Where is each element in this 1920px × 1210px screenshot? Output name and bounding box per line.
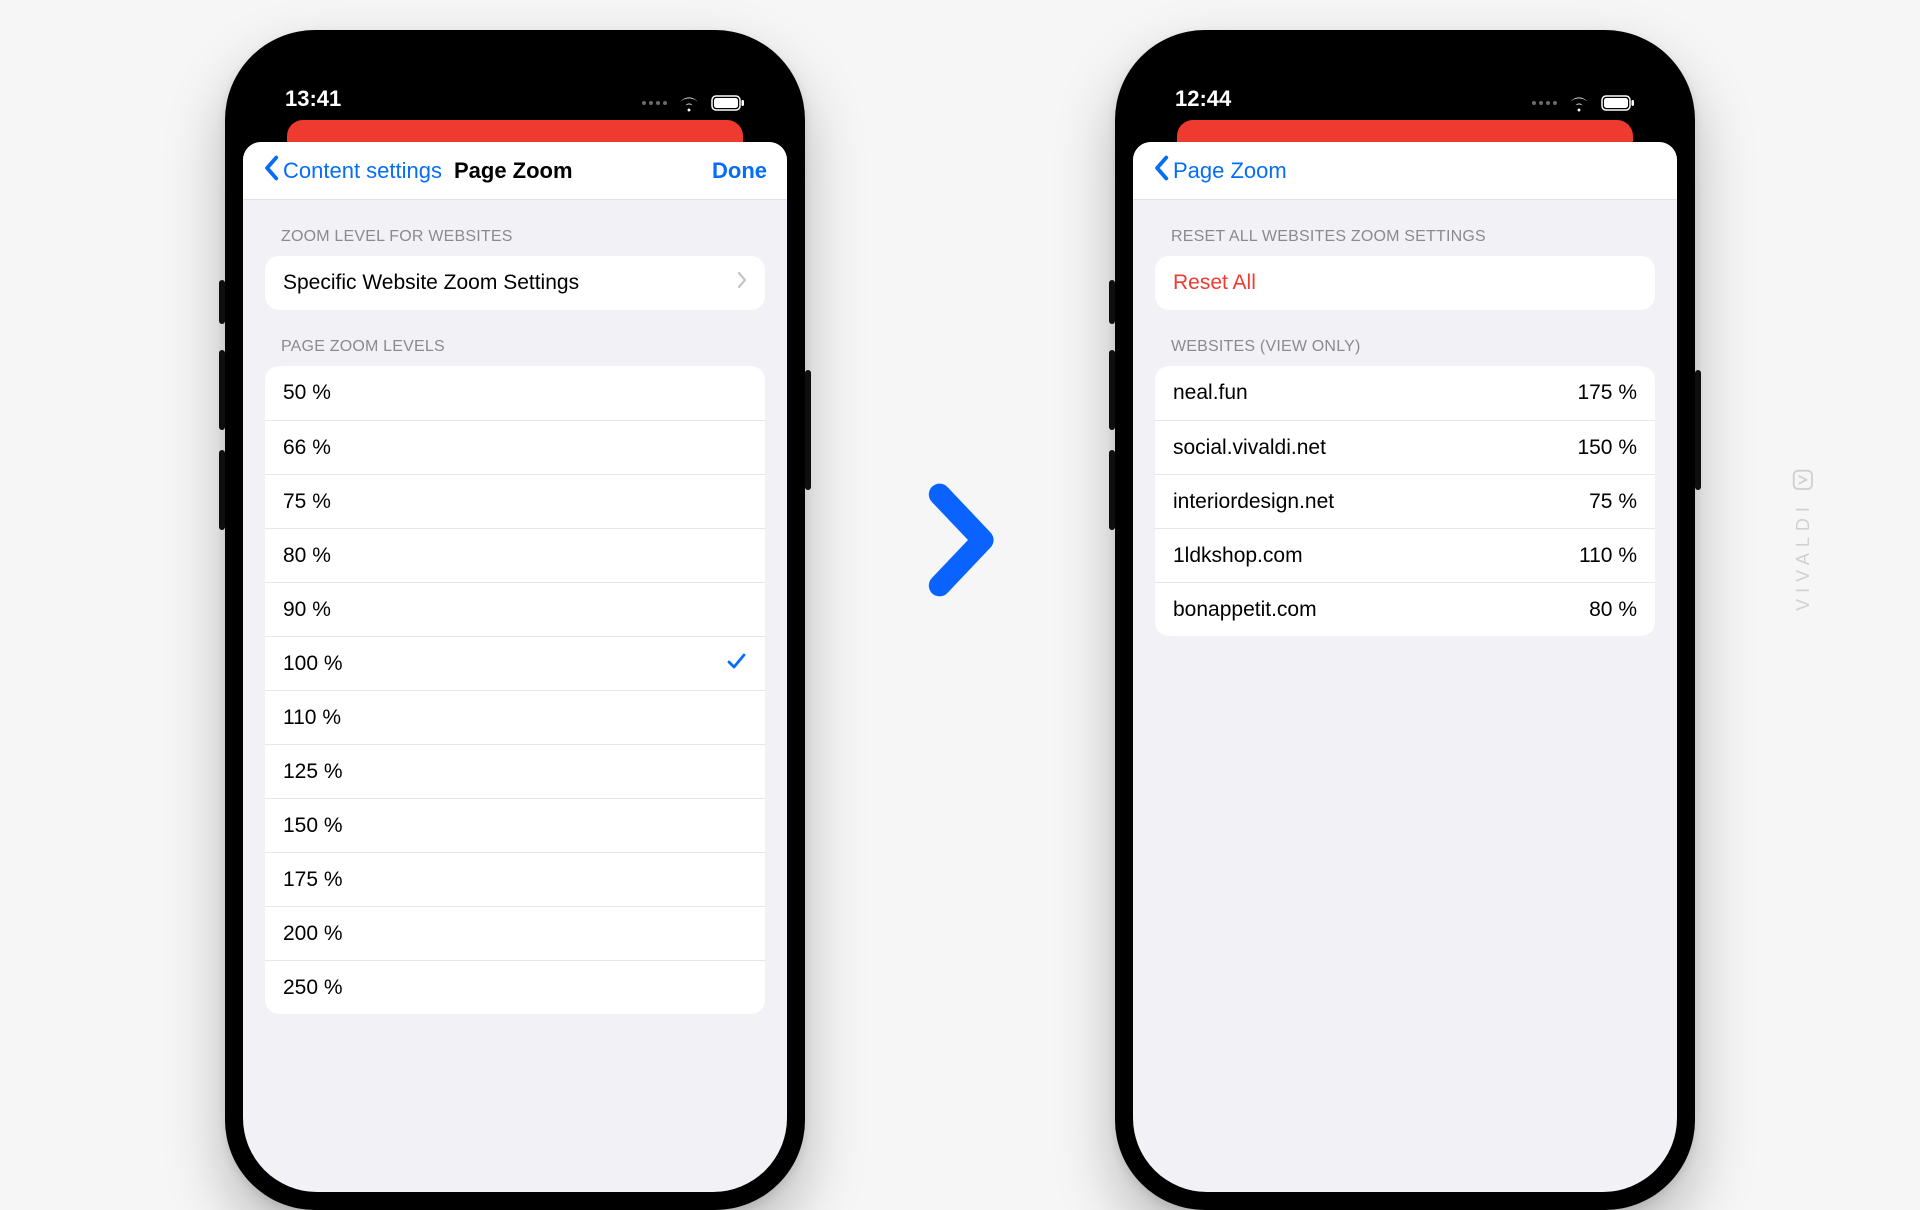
checkmark-icon [725, 650, 747, 678]
zoom-level-label: 110 % [283, 706, 341, 730]
navigation-arrow-icon [915, 480, 1005, 600]
website-domain: interiordesign.net [1173, 490, 1334, 514]
group-zoom-for-websites: Specific Website Zoom Settings [265, 256, 765, 310]
battery-icon [711, 95, 745, 111]
group-reset: Reset All [1155, 256, 1655, 310]
zoom-level-row[interactable]: 125 % [265, 744, 765, 798]
zoom-level-row[interactable]: 75 % [265, 474, 765, 528]
website-zoom-value: 175 % [1577, 381, 1637, 405]
phone-left: 13:41 [225, 30, 805, 1210]
zoom-level-row[interactable]: 175 % [265, 852, 765, 906]
website-zoom-value: 80 % [1589, 598, 1637, 622]
website-zoom-value: 75 % [1589, 490, 1637, 514]
website-zoom-value: 110 % [1579, 544, 1637, 568]
back-button[interactable]: Content settings [263, 155, 442, 187]
notch [415, 48, 615, 86]
power-button[interactable] [1695, 370, 1701, 490]
website-zoom-row: interiordesign.net 75 % [1155, 474, 1655, 528]
reset-all-label: Reset All [1173, 271, 1256, 295]
brand-logo-icon [1792, 469, 1814, 491]
navbar: Page Zoom [1133, 142, 1677, 200]
status-time: 13:41 [285, 86, 341, 112]
zoom-level-row[interactable]: 150 % [265, 798, 765, 852]
navbar: Content settings Page Zoom Done [243, 142, 787, 200]
zoom-level-label: 50 % [283, 381, 331, 405]
website-zoom-row: social.vivaldi.net 150 % [1155, 420, 1655, 474]
back-button[interactable]: Page Zoom [1153, 155, 1287, 187]
website-zoom-row: neal.fun 175 % [1155, 366, 1655, 420]
website-zoom-value: 150 % [1577, 436, 1637, 460]
zoom-level-label: 75 % [283, 490, 331, 514]
status-time: 12:44 [1175, 86, 1231, 112]
brand-watermark: VIVALDI [1792, 469, 1814, 611]
zoom-level-row[interactable]: 66 % [265, 420, 765, 474]
settings-sheet: Page Zoom RESET ALL WEBSITES ZOOM SETTIN… [1133, 142, 1677, 1192]
back-button-label: Content settings [283, 158, 442, 184]
group-page-zoom-levels: 50 % 66 % 75 % 80 % 90 % 100 % 110 % 125 % 150 %… [265, 366, 765, 1014]
done-button[interactable]: Done [712, 158, 767, 184]
website-domain: social.vivaldi.net [1173, 436, 1326, 460]
zoom-level-row[interactable]: 100 % [265, 636, 765, 690]
zoom-level-label: 125 % [283, 760, 343, 784]
wifi-icon [677, 94, 701, 112]
cellular-dots-icon [642, 101, 667, 105]
zoom-level-row[interactable]: 80 % [265, 528, 765, 582]
zoom-level-row[interactable]: 250 % [265, 960, 765, 1014]
back-button-label: Page Zoom [1173, 158, 1287, 184]
zoom-level-label: 175 % [283, 868, 343, 892]
zoom-level-label: 150 % [283, 814, 343, 838]
zoom-level-row[interactable]: 50 % [265, 366, 765, 420]
website-domain: bonappetit.com [1173, 598, 1317, 622]
website-zoom-row: 1ldkshop.com 110 % [1155, 528, 1655, 582]
zoom-level-label: 250 % [283, 976, 343, 1000]
zoom-level-row[interactable]: 90 % [265, 582, 765, 636]
settings-sheet: Content settings Page Zoom Done ZOOM LEV… [243, 142, 787, 1192]
chevron-left-icon [1153, 155, 1169, 187]
section-header-page-zoom-levels: PAGE ZOOM LEVELS [243, 310, 787, 366]
notch [1305, 48, 1505, 86]
section-header-websites: WEBSITES (VIEW ONLY) [1133, 310, 1677, 366]
website-domain: 1ldkshop.com [1173, 544, 1303, 568]
website-domain: neal.fun [1173, 381, 1248, 405]
zoom-level-row[interactable]: 110 % [265, 690, 765, 744]
zoom-level-label: 66 % [283, 436, 331, 460]
reset-all-row[interactable]: Reset All [1155, 256, 1655, 310]
zoom-level-row[interactable]: 200 % [265, 906, 765, 960]
nav-title: Page Zoom [454, 158, 573, 184]
zoom-level-label: 80 % [283, 544, 331, 568]
section-header-reset: RESET ALL WEBSITES ZOOM SETTINGS [1133, 200, 1677, 256]
zoom-level-label: 200 % [283, 922, 343, 946]
specific-website-zoom-settings-row[interactable]: Specific Website Zoom Settings [265, 256, 765, 310]
chevron-left-icon [263, 155, 279, 187]
zoom-level-label: 100 % [283, 652, 343, 676]
section-header-zoom-for-websites: ZOOM LEVEL FOR WEBSITES [243, 200, 787, 256]
wifi-icon [1567, 94, 1591, 112]
cellular-dots-icon [1532, 101, 1557, 105]
website-zoom-row: bonappetit.com 80 % [1155, 582, 1655, 636]
chevron-right-icon [737, 271, 747, 295]
zoom-level-label: 90 % [283, 598, 331, 622]
group-websites: neal.fun 175 % social.vivaldi.net 150 % inte… [1155, 366, 1655, 636]
phone-right: 12:44 [1115, 30, 1695, 1210]
row-label: Specific Website Zoom Settings [283, 271, 579, 295]
battery-icon [1601, 95, 1635, 111]
brand-label: VIVALDI [1793, 501, 1814, 611]
power-button[interactable] [805, 370, 811, 490]
